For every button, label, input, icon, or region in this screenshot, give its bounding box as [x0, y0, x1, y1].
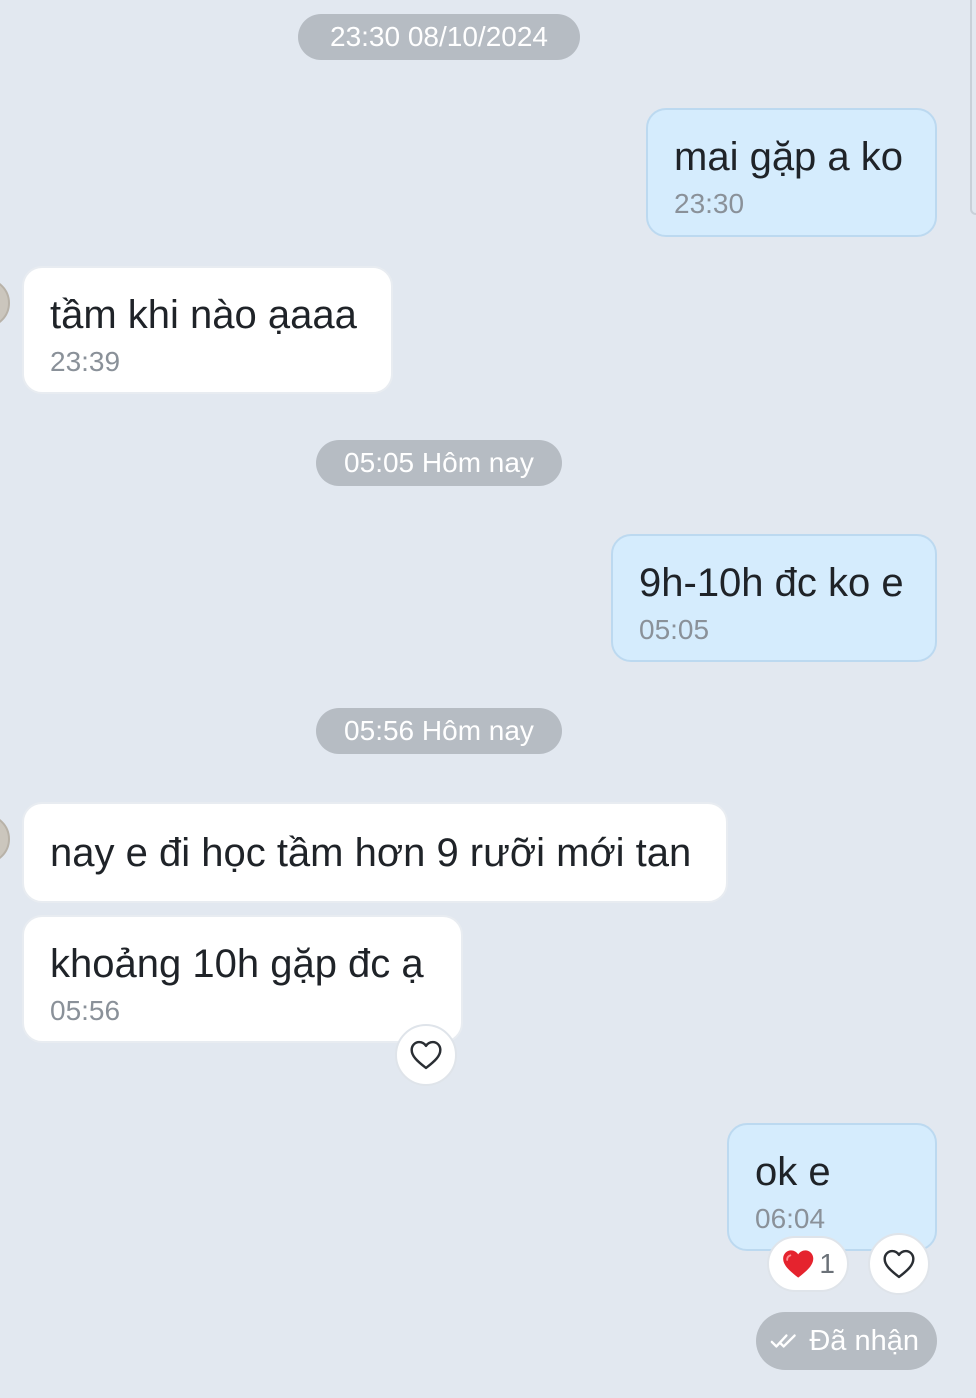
- scroll-edge: [970, 0, 976, 215]
- message-bubble-outgoing[interactable]: ok e 06:04: [727, 1123, 937, 1251]
- message-time: 05:05: [639, 614, 710, 645]
- delivery-status-label: Đã nhận: [809, 1324, 919, 1357]
- message-text: mai gặp a ko: [674, 135, 904, 179]
- message-time: 06:04: [755, 1203, 826, 1234]
- message-bubble-outgoing[interactable]: mai gặp a ko 23:30: [646, 108, 937, 237]
- chat-thread: 23:30 08/10/2024 mai gặp a ko 23:30 tầm …: [0, 0, 976, 1398]
- date-separator: 05:56 Hôm nay: [316, 708, 562, 754]
- message-text: 9h-10h đc ko e: [639, 561, 904, 605]
- message-time: 23:30: [674, 188, 745, 219]
- message-text: nay e đi học tầm hơn 9 rưỡi mới tan: [50, 831, 692, 875]
- date-separator: 05:05 Hôm nay: [316, 440, 562, 486]
- message-time: 23:39: [50, 346, 121, 377]
- message-text: tầm khi nào ạaaa: [50, 293, 357, 337]
- double-check-icon: [770, 1334, 796, 1348]
- reaction-summary[interactable]: 1: [767, 1236, 849, 1292]
- message-bubble-incoming[interactable]: tầm khi nào ạaaa 23:39: [22, 266, 393, 394]
- message-time: 05:56: [50, 995, 121, 1026]
- like-button[interactable]: [868, 1233, 930, 1295]
- heart-outline-icon: [410, 1040, 442, 1070]
- message-text: khoảng 10h gặp đc ạ: [50, 942, 424, 986]
- message-text: ok e: [755, 1150, 831, 1194]
- message-bubble-outgoing[interactable]: 9h-10h đc ko e 05:05: [611, 534, 937, 662]
- like-button[interactable]: [395, 1024, 457, 1086]
- contact-avatar[interactable]: [0, 814, 10, 864]
- message-bubble-incoming[interactable]: khoảng 10h gặp đc ạ 05:56: [22, 915, 463, 1043]
- red-heart-icon: [783, 1250, 814, 1278]
- reaction-count: 1: [819, 1248, 835, 1279]
- date-separator: 23:30 08/10/2024: [298, 14, 580, 60]
- delivery-status: Đã nhận: [756, 1312, 937, 1370]
- contact-avatar[interactable]: [0, 278, 10, 328]
- message-bubble-incoming[interactable]: nay e đi học tầm hơn 9 rưỡi mới tan: [22, 802, 728, 903]
- heart-outline-icon: [883, 1249, 915, 1279]
